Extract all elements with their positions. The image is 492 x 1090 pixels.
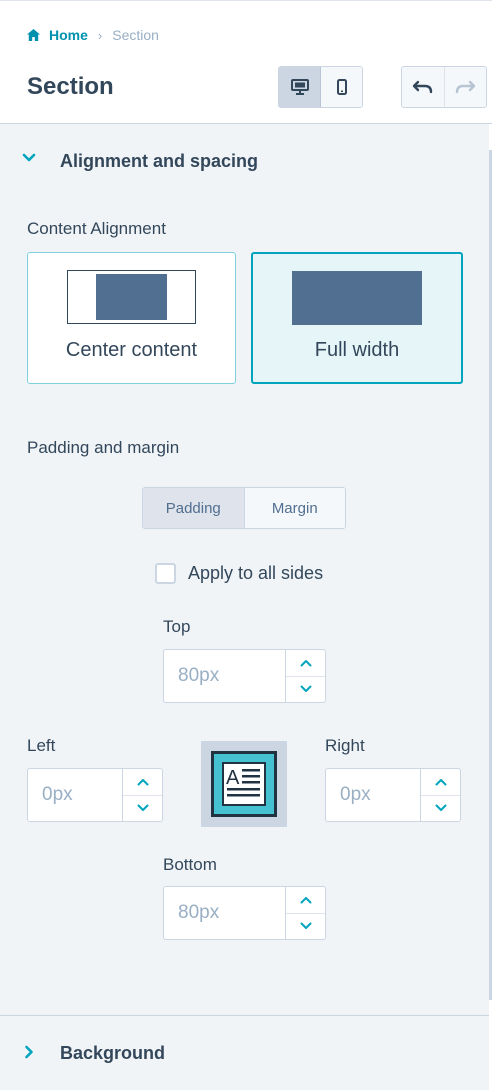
breadcrumb-current: Section <box>112 27 159 43</box>
device-preview-toggle <box>278 66 363 108</box>
box-model-icon: A <box>201 741 287 827</box>
chevron-up-icon <box>300 659 311 667</box>
mobile-icon <box>336 79 347 95</box>
bottom-field-label: Bottom <box>163 855 217 874</box>
bottom-increment-button[interactable] <box>286 887 325 913</box>
svg-text:A: A <box>226 767 240 789</box>
chevron-up-icon <box>137 778 148 786</box>
bottom-padding-input[interactable] <box>164 887 285 939</box>
chevron-right-icon <box>25 1045 33 1059</box>
right-padding-stepper <box>325 768 461 822</box>
top-padding-input[interactable] <box>164 650 285 702</box>
background-accordion-title: Background <box>60 1042 166 1063</box>
bottom-padding-stepper <box>163 886 326 940</box>
mobile-preview-button[interactable] <box>321 67 362 107</box>
page-title: Section <box>27 73 114 100</box>
history-controls <box>401 66 487 108</box>
chevron-down-icon <box>137 804 148 812</box>
right-decrement-button[interactable] <box>421 794 460 822</box>
left-padding-input[interactable] <box>28 769 122 821</box>
center-content-option[interactable]: Center content <box>27 252 236 384</box>
full-width-thumbnail <box>292 271 422 325</box>
desktop-preview-button[interactable] <box>279 67 321 107</box>
padding-margin-toggle: Padding Margin <box>142 487 346 529</box>
background-accordion-header[interactable]: Background <box>0 1016 489 1090</box>
undo-icon <box>412 80 432 94</box>
breadcrumb: Home › Section <box>27 27 159 43</box>
full-width-label: Full width <box>314 339 400 361</box>
redo-button[interactable] <box>443 67 487 107</box>
center-content-label: Center content <box>65 339 198 361</box>
chevron-down-icon <box>22 153 36 162</box>
breadcrumb-separator: › <box>97 27 103 43</box>
tab-margin[interactable]: Margin <box>244 488 345 528</box>
top-field-label: Top <box>163 617 191 636</box>
top-padding-stepper <box>163 649 326 703</box>
chevron-down-icon <box>300 922 311 930</box>
tab-padding[interactable]: Padding <box>143 488 245 528</box>
alignment-accordion-header[interactable]: Alignment and spacing <box>0 124 489 198</box>
left-decrement-button[interactable] <box>123 794 162 822</box>
right-increment-button[interactable] <box>421 769 460 795</box>
chevron-up-icon <box>300 896 311 904</box>
content-alignment-label: Content Alignment <box>27 219 166 238</box>
chevron-down-icon <box>435 804 446 812</box>
apply-all-sides-checkbox[interactable] <box>155 563 176 584</box>
breadcrumb-home-label: Home <box>49 27 88 43</box>
breadcrumb-home-link[interactable]: Home <box>27 27 88 43</box>
left-increment-button[interactable] <box>123 769 162 795</box>
bottom-decrement-button[interactable] <box>286 912 325 940</box>
chevron-up-icon <box>435 778 446 786</box>
home-icon <box>27 29 40 41</box>
top-increment-button[interactable] <box>286 650 325 676</box>
content-block-icon: A <box>211 751 277 817</box>
top-decrement-button[interactable] <box>286 675 325 703</box>
chevron-down-icon <box>300 685 311 693</box>
left-padding-stepper <box>27 768 163 822</box>
redo-icon <box>456 80 476 94</box>
center-content-thumbnail-fill <box>96 274 167 320</box>
center-content-thumbnail <box>67 270 196 324</box>
undo-button[interactable] <box>402 67 444 107</box>
left-field-label: Left <box>27 736 56 755</box>
padding-margin-label: Padding and margin <box>27 438 180 457</box>
desktop-icon <box>290 79 309 95</box>
editor-header: Home › Section Section <box>0 0 492 124</box>
apply-all-sides-label: Apply to all sides <box>188 563 324 583</box>
alignment-accordion-title: Alignment and spacing <box>60 150 259 171</box>
right-field-label: Right <box>325 736 365 755</box>
full-width-option[interactable]: Full width <box>251 252 463 384</box>
right-padding-input[interactable] <box>326 769 420 821</box>
